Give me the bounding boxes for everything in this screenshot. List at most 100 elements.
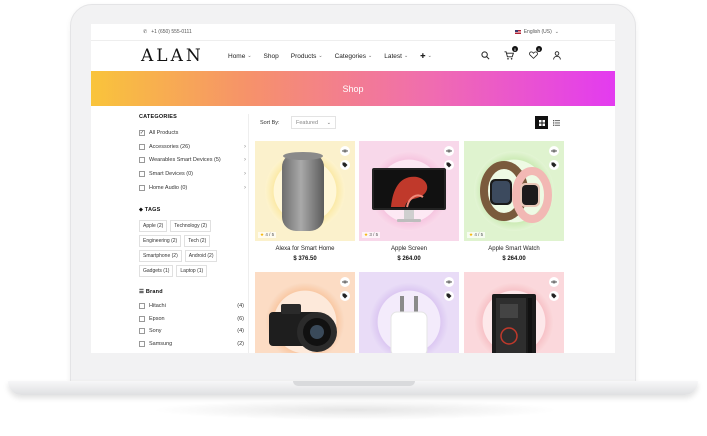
product-card[interactable]: ★ 4 / 5 Apple Smart Watch $ 264.00 (464, 141, 564, 262)
nav-shop[interactable]: Shop (264, 52, 279, 60)
rating: ★ 4 / 5 (467, 232, 486, 238)
tag-apple[interactable]: Apple (2) (139, 219, 168, 232)
product-price: $ 376.50 (293, 256, 317, 262)
checkbox[interactable] (139, 340, 145, 347)
nav-categories[interactable]: Categories ⌄ (335, 52, 373, 60)
pc-case-image (492, 294, 536, 353)
tag-laptop[interactable]: Laptop (1) (176, 264, 208, 277)
laptop-notch (293, 381, 415, 386)
list-view-icon[interactable] (550, 116, 563, 129)
sort-select[interactable]: Featured ⌄ (291, 116, 336, 129)
chevron-right-icon[interactable]: › (244, 185, 246, 191)
language-label: English (US) (523, 29, 552, 35)
categories-heading: CATEGORIES (139, 114, 177, 120)
product-card[interactable]: ★ 4 / 5 Alexa for Smart Home $ 376.50 (255, 141, 355, 262)
product-card[interactable]: ★ 3 / 5 Apple Screen $ 264.00 (359, 141, 459, 262)
product-name[interactable]: Apple Smart Watch (464, 246, 564, 252)
search-icon[interactable] (479, 49, 491, 61)
product-name[interactable]: Alexa for Smart Home (255, 246, 355, 252)
product-card[interactable] (464, 272, 564, 353)
list-icon: ☰ (139, 288, 145, 295)
grid-view-icon[interactable] (535, 116, 548, 129)
logo[interactable]: ALAN (141, 46, 204, 66)
nav-home[interactable]: Home ⌄ (228, 52, 252, 60)
tag-icon: ⬥ (139, 206, 144, 213)
eye-icon[interactable] (549, 146, 559, 156)
banner-title: Shop (342, 83, 364, 94)
eye-icon[interactable] (340, 277, 350, 287)
eye-icon[interactable] (444, 146, 454, 156)
category-wearables[interactable]: Wearables Smart Devices (5) › (139, 154, 249, 168)
screen: ✆ +1 (650) 555-0111 English (US) ⌄ ALAN … (91, 24, 615, 353)
product-name[interactable]: Apple Screen (359, 246, 459, 252)
product-price: $ 264.00 (397, 256, 421, 262)
sort-label: Sort By: (260, 120, 280, 126)
tag-smartphone[interactable]: Smartphone (2) (139, 249, 182, 262)
wishlist-heart-icon[interactable]: 0 (527, 46, 542, 61)
phone-contact[interactable]: ✆ +1 (650) 555-0111 (143, 29, 192, 35)
tag-icon[interactable] (444, 291, 454, 301)
tag-icon[interactable] (549, 291, 559, 301)
checkbox[interactable] (139, 315, 145, 322)
language-selector[interactable]: English (US) ⌄ (514, 29, 559, 35)
category-all-products[interactable]: ✓ All Products (139, 126, 249, 140)
checkbox[interactable] (139, 157, 145, 164)
brand-epson[interactable]: Epson (6) (139, 312, 249, 325)
checked-checkbox-icon[interactable]: ✓ (139, 129, 145, 136)
tag-gadgets[interactable]: Gadgets (1) (139, 264, 174, 277)
product-card[interactable] (255, 272, 355, 353)
tag-list: Apple (2) Technology (2) Engineering (2)… (139, 219, 234, 277)
checkbox[interactable] (139, 171, 145, 178)
product-card[interactable] (359, 272, 459, 353)
rating: ★ 3 / 5 (362, 232, 381, 238)
chevron-right-icon[interactable]: › (244, 144, 246, 150)
laptop-mockup: ✆ +1 (650) 555-0111 English (US) ⌄ ALAN … (0, 0, 707, 436)
rating: ★ 4 / 5 (258, 232, 277, 238)
tag-icon[interactable] (444, 160, 454, 170)
chevron-down-icon: ⌄ (368, 53, 373, 59)
smart-speaker-image (282, 152, 324, 231)
nav-products[interactable]: Products ⌄ (291, 52, 323, 60)
brand-hitachi[interactable]: Hitachi (4) (139, 300, 249, 313)
laptop-shadow (150, 400, 560, 420)
tags-heading: ⬥ TAGS (139, 206, 161, 213)
site-header: ALAN Home ⌄ Shop Products ⌄ Categories ⌄ La… (91, 41, 615, 71)
checkbox[interactable] (139, 185, 145, 192)
tag-icon[interactable] (549, 160, 559, 170)
brand-samsung[interactable]: Samsung (2) (139, 337, 249, 350)
checkbox[interactable] (139, 328, 145, 335)
tag-tech[interactable]: Tech (2) (184, 234, 211, 247)
brand-sony[interactable]: Sony (4) (139, 325, 249, 338)
camera-image (269, 304, 337, 352)
header-actions: 0 0 (479, 46, 563, 61)
eye-icon[interactable] (340, 146, 350, 156)
nav-latest[interactable]: Latest ⌄ (384, 52, 408, 60)
cart-icon[interactable]: 0 (503, 46, 518, 61)
chevron-right-icon[interactable]: › (244, 171, 246, 177)
user-account-icon[interactable] (551, 49, 563, 61)
product-image[interactable]: ★ 3 / 5 (359, 141, 459, 241)
product-image[interactable] (359, 272, 459, 353)
brand-heading: ☰ Brand (139, 288, 163, 295)
checkbox[interactable] (139, 143, 145, 150)
product-image[interactable] (464, 272, 564, 353)
tag-icon[interactable] (340, 160, 350, 170)
tag-technology[interactable]: Technology (2) (170, 219, 212, 232)
eye-icon[interactable] (444, 277, 454, 287)
category-accessories[interactable]: Accessories (26) › (139, 140, 249, 154)
checkbox[interactable] (139, 303, 145, 310)
category-home-audio[interactable]: Home Audio (0) › (139, 181, 249, 195)
nav-more[interactable]: ✚ ⌄ (420, 52, 432, 60)
eye-icon[interactable] (549, 277, 559, 287)
tag-android[interactable]: Android (2) (184, 249, 218, 262)
product-image[interactable] (255, 272, 355, 353)
product-price: $ 264.00 (502, 256, 526, 262)
chevron-down-icon: ⌄ (427, 53, 432, 59)
product-image[interactable]: ★ 4 / 5 (255, 141, 355, 241)
tag-icon[interactable] (340, 291, 350, 301)
star-icon: ★ (260, 232, 265, 237)
product-image[interactable]: ★ 4 / 5 (464, 141, 564, 241)
tag-engineering[interactable]: Engineering (2) (139, 234, 182, 247)
chevron-right-icon[interactable]: › (244, 157, 246, 163)
category-smart-devices[interactable]: Smart Devices (0) › (139, 167, 249, 181)
